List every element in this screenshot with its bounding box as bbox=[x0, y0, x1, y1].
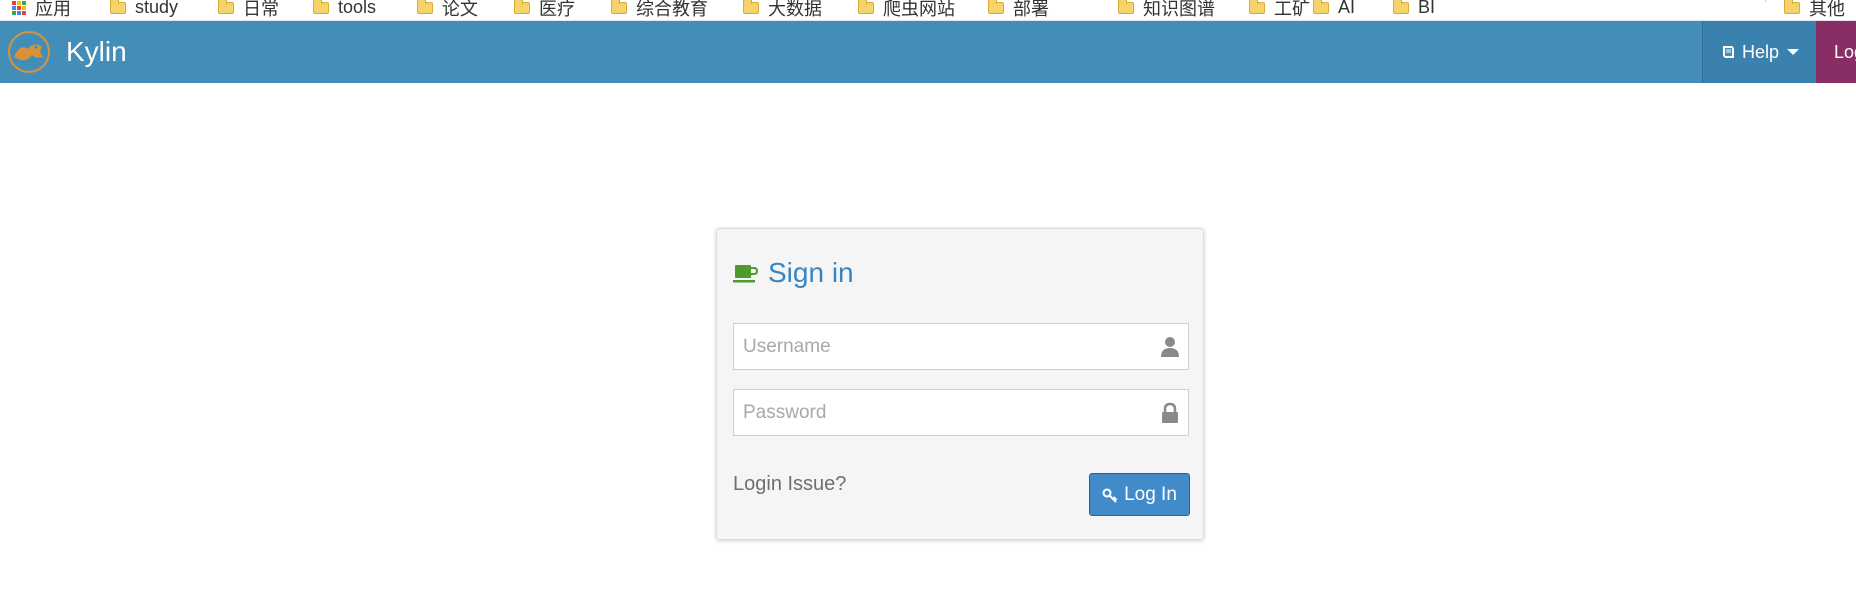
folder-icon bbox=[611, 0, 627, 14]
folder-icon bbox=[110, 0, 126, 14]
folder-icon bbox=[218, 0, 234, 14]
bookmark-other[interactable]: 其他 bbox=[1784, 0, 1845, 21]
folder-icon bbox=[417, 0, 433, 14]
top-navbar: Kylin Help Login bbox=[0, 21, 1856, 83]
bookmark-study[interactable]: study bbox=[110, 0, 178, 21]
login-issue-link[interactable]: Login Issue? bbox=[733, 473, 846, 496]
bookmark-label: 医疗 bbox=[539, 0, 575, 19]
folder-icon bbox=[1784, 0, 1800, 14]
signin-heading: Sign in bbox=[733, 255, 854, 291]
key-icon bbox=[1102, 488, 1118, 503]
bookmark-ai[interactable]: AI bbox=[1313, 0, 1355, 21]
password-field[interactable] bbox=[733, 389, 1189, 436]
book-icon bbox=[1722, 46, 1734, 58]
bookmark-label: BI bbox=[1418, 0, 1436, 17]
bookmark-apps[interactable]: 应用 bbox=[12, 0, 71, 21]
signin-panel: Sign in Login Issue? Log In bbox=[716, 228, 1204, 540]
signin-title: Sign in bbox=[768, 257, 854, 288]
chevron-down-icon bbox=[1787, 49, 1800, 55]
bookmark-label: 爬虫网站 bbox=[883, 0, 955, 19]
bookmark-label: 知识图谱 bbox=[1143, 0, 1215, 19]
bookmark-label: 综合教育 bbox=[636, 0, 708, 19]
folder-icon bbox=[858, 0, 874, 14]
bookmark-label: 其他 bbox=[1809, 0, 1845, 19]
bookmark-daily[interactable]: 日常 bbox=[218, 0, 279, 21]
user-icon bbox=[1160, 336, 1180, 358]
bookmark-label: AI bbox=[1338, 0, 1356, 17]
folder-icon bbox=[313, 0, 329, 14]
bookmark-label: tools bbox=[338, 0, 377, 17]
apps-icon bbox=[12, 0, 26, 15]
bookmark-label: 部署 bbox=[1013, 0, 1049, 19]
folder-icon bbox=[1313, 0, 1329, 14]
folder-icon bbox=[514, 0, 530, 14]
bookmark-label: 日常 bbox=[243, 0, 279, 19]
bookmarks-separator bbox=[1765, 0, 1766, 2]
bookmark-papers[interactable]: 论文 bbox=[417, 0, 478, 21]
kylin-logo-icon[interactable] bbox=[6, 29, 52, 75]
bookmark-label: study bbox=[135, 0, 179, 17]
password-input[interactable] bbox=[734, 390, 1188, 435]
lock-icon bbox=[1160, 402, 1180, 424]
bookmark-education[interactable]: 综合教育 bbox=[611, 0, 708, 21]
bookmark-label: 工矿 bbox=[1274, 0, 1310, 19]
bookmark-deploy[interactable]: 部署 bbox=[988, 0, 1049, 21]
bookmark-label: 论文 bbox=[442, 0, 478, 19]
brand-title[interactable]: Kylin bbox=[66, 21, 127, 83]
folder-icon bbox=[1249, 0, 1265, 14]
bookmark-mining[interactable]: 工矿 bbox=[1249, 0, 1310, 21]
bookmark-bigdata[interactable]: 大数据 bbox=[743, 0, 822, 21]
login-button[interactable]: Log In bbox=[1089, 473, 1190, 516]
bookmark-label: 应用 bbox=[35, 0, 71, 19]
username-input[interactable] bbox=[734, 324, 1188, 369]
help-label: Help bbox=[1741, 41, 1780, 62]
bookmarks-bar: 应用 study 日常 tools 论文 医疗 综合教育 大数据 爬虫网站 部署… bbox=[0, 0, 1856, 21]
bookmark-kg[interactable]: 知识图谱 bbox=[1118, 0, 1215, 21]
folder-icon bbox=[743, 0, 759, 14]
login-button-label: Log In bbox=[1124, 483, 1177, 505]
folder-icon bbox=[988, 0, 1004, 14]
help-dropdown-button[interactable]: Help bbox=[1702, 21, 1816, 83]
bookmark-crawler[interactable]: 爬虫网站 bbox=[858, 0, 955, 21]
bookmark-tools[interactable]: tools bbox=[313, 0, 376, 21]
folder-icon bbox=[1118, 0, 1134, 14]
coffee-cup-icon bbox=[733, 265, 759, 283]
bookmark-bi[interactable]: BI bbox=[1393, 0, 1435, 21]
bookmark-label: 大数据 bbox=[768, 0, 822, 19]
bookmark-medical[interactable]: 医疗 bbox=[514, 0, 575, 21]
username-field[interactable] bbox=[733, 323, 1189, 370]
login-nav-button[interactable]: Login bbox=[1816, 21, 1856, 83]
folder-icon bbox=[1393, 0, 1409, 14]
